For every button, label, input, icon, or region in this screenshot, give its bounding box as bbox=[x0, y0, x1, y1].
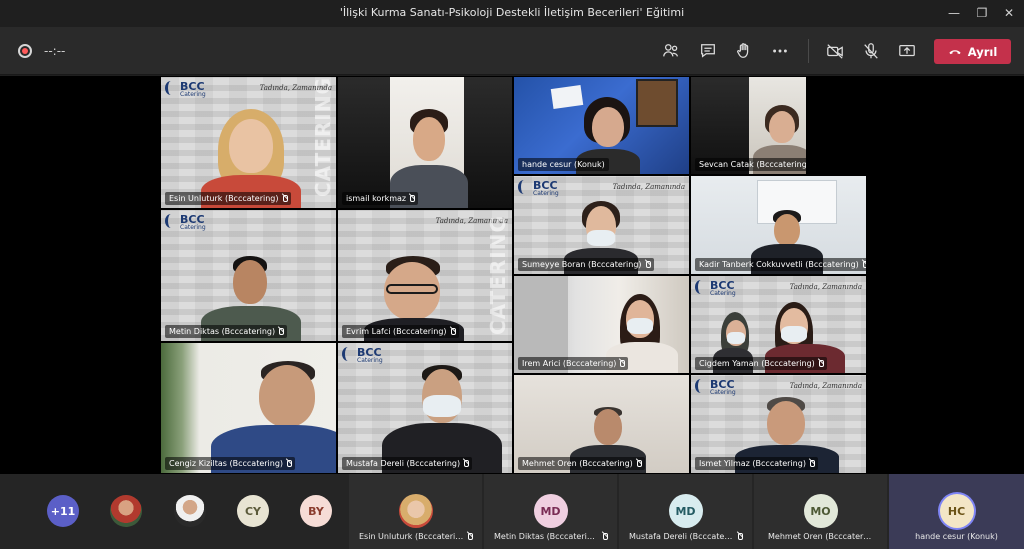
recording-icon bbox=[18, 44, 32, 58]
mic-icon bbox=[636, 459, 642, 468]
chat-icon[interactable] bbox=[697, 40, 719, 62]
participant-name-label: ismail korkmaz bbox=[342, 192, 419, 205]
video-tile[interactable]: hande cesur (Konuk) bbox=[513, 76, 690, 175]
participant-name-label: Esin Unluturk (Bcccatering) bbox=[165, 192, 291, 205]
video-tile[interactable]: Kadir Tanberk Cokkuvvetli (Bcccatering) bbox=[690, 175, 867, 275]
participant-name-label: Ismet Yilmaz (Bcccatering) bbox=[695, 457, 818, 470]
video-tile[interactable]: Tadında, Zamanında CATERING Evrim Lafci … bbox=[337, 209, 513, 342]
leave-label: Ayrıl bbox=[967, 44, 998, 59]
slogan: Tadında, Zamanında bbox=[789, 283, 862, 291]
video-tile[interactable]: ismail korkmaz bbox=[337, 76, 513, 209]
overflow-participants-button[interactable]: +11 bbox=[47, 495, 79, 527]
maximize-icon[interactable]: ❐ bbox=[972, 4, 992, 22]
participant-tile[interactable]: Esin Unluturk (Bcccatering) bbox=[349, 474, 482, 549]
bcc-logo: BCC Catering bbox=[695, 280, 736, 297]
minimize-icon[interactable]: — bbox=[944, 4, 964, 22]
participant-name-label: Sevcan Catak (Bcccatering) bbox=[695, 158, 806, 171]
video-tile[interactable]: BCC Catering Mustafa Dereli (Bcccatering) bbox=[337, 342, 513, 474]
bcc-logo: BCC Catering bbox=[695, 379, 736, 396]
raise-hand-icon[interactable] bbox=[733, 40, 755, 62]
participant-tile[interactable]: MO Mehmet Oren (Bcccatering) bbox=[754, 474, 887, 549]
hang-up-icon bbox=[949, 49, 961, 54]
participant-avatar[interactable]: CY bbox=[237, 495, 269, 527]
mic-icon bbox=[409, 194, 416, 203]
mic-icon bbox=[463, 459, 470, 468]
mic-icon bbox=[602, 532, 608, 541]
participant-tile[interactable]: HC hande cesur (Konuk) bbox=[889, 474, 1024, 549]
participant-name-label: Cigdem Yaman (Bcccatering) bbox=[695, 357, 827, 370]
meeting-toolbar: --:-- Ayrıl bbox=[0, 27, 1024, 75]
participant-avatar[interactable]: BY bbox=[300, 495, 332, 527]
participant-avatar: HC bbox=[939, 494, 974, 528]
mic-icon bbox=[282, 194, 288, 203]
participant-name: Mustafa Dereli (Bcccatering) bbox=[629, 532, 734, 541]
bcc-logo: BCC Catering bbox=[165, 81, 206, 98]
mic-icon bbox=[467, 532, 473, 541]
mic-icon bbox=[809, 459, 815, 468]
slogan: Tadında, Zamanında bbox=[612, 183, 685, 191]
participant-name: Metin Diktas (Bcccatering) bbox=[494, 532, 599, 541]
participant-name-label: Mustafa Dereli (Bcccatering) bbox=[342, 457, 473, 470]
mic-icon bbox=[862, 260, 866, 269]
participant-name: Mehmet Oren (Bcccatering) bbox=[768, 532, 873, 541]
mic-off-icon[interactable] bbox=[860, 40, 882, 62]
bcc-logo: BCC Catering bbox=[165, 214, 206, 231]
participant-avatar bbox=[398, 494, 433, 528]
participants-icon[interactable] bbox=[660, 40, 682, 62]
participant-name-label: Irem Arici (Bcccatering) bbox=[518, 357, 629, 370]
participant-avatar: MD bbox=[668, 494, 703, 528]
participant-name-label: Mehmet Oren (Bcccatering) bbox=[518, 457, 645, 470]
more-options-icon[interactable] bbox=[769, 40, 791, 62]
teams-meeting-window: 'İlişki Kurma Sanatı-Psikoloji Destekli … bbox=[0, 0, 1024, 549]
mic-icon bbox=[818, 359, 824, 368]
participant-avatar: MD bbox=[533, 494, 568, 528]
video-tile[interactable]: Cengiz Kiziltas (Bcccatering) bbox=[160, 342, 337, 474]
mic-icon bbox=[737, 532, 743, 541]
participant-tile[interactable]: MD Mustafa Dereli (Bcccatering) bbox=[619, 474, 752, 549]
share-screen-icon[interactable] bbox=[896, 40, 918, 62]
bcc-logo: BCC Catering bbox=[342, 347, 383, 364]
leave-button[interactable]: Ayrıl bbox=[934, 39, 1011, 64]
title-bar: 'İlişki Kurma Sanatı-Psikoloji Destekli … bbox=[0, 0, 1024, 27]
video-tile[interactable]: BCC Catering Metin Diktas (Bcccatering) bbox=[160, 209, 337, 342]
participant-avatar: MO bbox=[803, 494, 838, 528]
slogan: Tadında, Zamanında bbox=[259, 84, 332, 92]
slogan: Tadında, Zamanında bbox=[789, 382, 862, 390]
participant-name-label: Evrim Lafci (Bcccatering) bbox=[342, 325, 459, 338]
video-tile[interactable]: BCC Catering Tadında, Zamanında Ismet Yil… bbox=[690, 374, 867, 474]
close-icon[interactable]: ✕ bbox=[999, 4, 1019, 22]
mic-icon bbox=[619, 359, 626, 368]
video-stage: CATERING BCC Catering Tadında, Zamanında … bbox=[0, 76, 1024, 474]
participant-name-label: Cengiz Kiziltas (Bcccatering) bbox=[165, 457, 296, 470]
bcc-logo: BCC Catering bbox=[518, 180, 559, 197]
toolbar-divider bbox=[808, 39, 809, 63]
participant-name: hande cesur (Konuk) bbox=[915, 532, 998, 541]
mic-icon bbox=[645, 260, 651, 269]
participant-name: Esin Unluturk (Bcccatering) bbox=[359, 532, 464, 541]
video-tile[interactable]: Sevcan Catak (Bcccatering) bbox=[690, 76, 807, 175]
mic-icon bbox=[286, 459, 293, 468]
participant-avatar[interactable] bbox=[110, 495, 142, 527]
video-tile[interactable]: Mehmet Oren (Bcccatering) bbox=[513, 374, 690, 474]
video-tile[interactable]: BCC Catering Tadında, Zamanında Sumeyye B… bbox=[513, 175, 690, 275]
mic-icon bbox=[278, 327, 285, 336]
participant-name-label: Kadir Tanberk Cokkuvvetli (Bcccatering) bbox=[695, 258, 866, 271]
participant-name-label: Sumeyye Boran (Bcccatering) bbox=[518, 258, 654, 271]
meeting-timer: --:-- bbox=[44, 44, 66, 58]
participant-name-label: hande cesur (Konuk) bbox=[518, 158, 609, 171]
participant-avatar[interactable] bbox=[174, 495, 206, 527]
participant-tile[interactable]: MD Metin Diktas (Bcccatering) bbox=[484, 474, 617, 549]
participant-name-label: Metin Diktas (Bcccatering) bbox=[165, 325, 288, 338]
mic-icon bbox=[450, 327, 456, 336]
camera-off-icon[interactable] bbox=[824, 40, 846, 62]
video-tile[interactable]: BCC Catering Tadında, Zamanında Cigdem Ya… bbox=[690, 275, 867, 374]
window-title: 'İlişki Kurma Sanatı-Psikoloji Destekli … bbox=[339, 6, 685, 19]
video-tile[interactable]: Irem Arici (Bcccatering) bbox=[513, 275, 690, 374]
video-tile[interactable]: CATERING BCC Catering Tadında, Zamanında … bbox=[160, 76, 337, 209]
